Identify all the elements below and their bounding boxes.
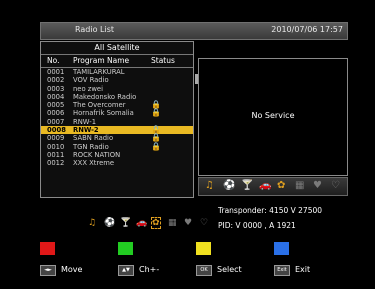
footer-label: Move	[61, 265, 83, 274]
channel-number: 0004	[47, 92, 65, 101]
list-item[interactable]: 0007 RNW-1	[41, 118, 193, 126]
channel-number: 0003	[47, 84, 65, 93]
preview-window: No Service	[198, 58, 348, 176]
list-item[interactable]: 0006 Hornafrik Somalia 🔒	[41, 108, 193, 118]
pid-info: PID: V 0000 , A 1921	[218, 221, 296, 230]
transponder-info: Transponder: 4150 V 27500	[218, 206, 323, 215]
list-item[interactable]: 0012 XXX Xtreme	[41, 159, 193, 167]
list-item[interactable]: 0002 VOV Radio	[41, 76, 193, 84]
channel-list-panel: All Satellite No. Program Name Status 00…	[40, 41, 199, 198]
datetime: 2010/07/06 17:57	[271, 25, 343, 34]
channel-number: 0008	[47, 126, 66, 135]
heart-icon[interactable]: ♥	[313, 180, 322, 191]
channel-name: neo zwei	[73, 84, 104, 93]
music-note-icon[interactable]: ♫	[205, 180, 214, 191]
list-header: No. Program Name Status	[41, 54, 193, 68]
remote-key-icon: ▲▼	[118, 265, 134, 276]
color-button-move[interactable]	[40, 242, 55, 255]
footer-label: Ch+-	[139, 265, 160, 274]
heart-icon[interactable]: ♥	[184, 218, 192, 228]
channel-name: Makedonsko Radio	[73, 92, 137, 101]
no-service-text: No Service	[251, 111, 295, 120]
grid-icon[interactable]: ▦	[168, 218, 177, 228]
flower-icon[interactable]: ✿	[277, 180, 285, 191]
heart-outline-icon[interactable]: ♡	[331, 180, 340, 191]
category-bar-secondary: ♫ ⚽ 🍸 🚗 ✿ ▦ ♥ ♡	[74, 216, 229, 234]
channel-name: SABN Radio	[73, 134, 114, 143]
title-bar: Radio List 2010/07/06 17:57	[40, 22, 348, 40]
list-item[interactable]: 0003 neo zwei	[41, 85, 193, 93]
channel-name: Hornafrik Somalia	[73, 109, 134, 118]
col-program-name: Program Name	[73, 56, 130, 65]
remote-key-icon: Exit	[274, 265, 290, 276]
channel-number: 0006	[47, 109, 65, 118]
music-note-icon[interactable]: ♫	[88, 218, 96, 228]
channel-name: VOV Radio	[73, 76, 109, 85]
channel-name: XXX Xtreme	[73, 159, 115, 168]
channel-number: 0009	[47, 134, 65, 143]
martini-glass-icon[interactable]: 🍸	[120, 218, 131, 228]
channel-name: RNW-1	[73, 117, 97, 126]
list-item[interactable]: 0008 RNW-2 🔒	[41, 125, 193, 135]
flower-icon[interactable]: ✿	[151, 217, 161, 229]
heart-outline-icon[interactable]: ♡	[200, 218, 208, 228]
category-bar: ♫ ⚽ 🍸 🚗 ✿ ▦ ♥ ♡	[198, 177, 348, 196]
channel-number: 0007	[47, 117, 65, 126]
channel-number: 0001	[47, 68, 65, 76]
lock-icon: 🔒	[151, 141, 161, 151]
channel-name: The Overcomer	[73, 101, 126, 110]
list-item[interactable]: 0004 Makedonsko Radio	[41, 93, 193, 101]
color-button-exit[interactable]	[274, 242, 289, 255]
footer-label: Exit	[295, 265, 311, 274]
channel-rows: 0001 TAMILARKURAL 0002 VOV Radio 0003 neo zwe…	[41, 68, 193, 168]
color-button-select[interactable]	[196, 242, 211, 255]
channel-name: TAMILARKURAL	[73, 68, 125, 76]
sports-ball-icon[interactable]: ⚽	[104, 218, 115, 228]
channel-number: 0002	[47, 76, 65, 85]
page-title: Radio List	[75, 25, 115, 34]
channel-number: 0005	[47, 101, 65, 110]
list-item[interactable]: 0011 ROCK NATION	[41, 151, 193, 159]
channel-name: ROCK NATION	[73, 150, 121, 159]
group-title: All Satellite	[94, 43, 140, 52]
channel-name: TGN Radio	[73, 142, 109, 151]
col-status: Status	[151, 56, 175, 65]
color-button-ch[interactable]	[118, 242, 133, 255]
channel-number: 0011	[47, 150, 65, 159]
footer-bar: ◄► Move ▲▼ Ch+- OK Select Exit Exit	[32, 242, 344, 287]
channel-number: 0010	[47, 142, 65, 151]
list-item[interactable]: 0005 The Overcomer 🔒	[41, 100, 193, 110]
grid-icon[interactable]: ▦	[295, 180, 304, 191]
channel-number: 0012	[47, 159, 65, 168]
sports-ball-icon[interactable]: ⚽	[223, 180, 235, 191]
lock-icon: 🔒	[151, 108, 161, 118]
col-number: No.	[47, 56, 60, 65]
car-icon[interactable]: 🚗	[259, 180, 271, 191]
car-icon[interactable]: 🚗	[136, 218, 147, 228]
footer-label: Select	[217, 265, 242, 274]
channel-name: RNW-2	[73, 126, 99, 135]
martini-glass-icon[interactable]: 🍸	[241, 180, 253, 191]
list-item[interactable]: 0010 TGN Radio 🔒	[41, 141, 193, 151]
remote-key-icon: OK	[196, 265, 212, 276]
list-item[interactable]: 0009 SABN Radio 🔒	[41, 134, 193, 143]
remote-key-icon: ◄►	[40, 265, 56, 276]
list-item[interactable]: 0001 TAMILARKURAL	[41, 68, 193, 76]
